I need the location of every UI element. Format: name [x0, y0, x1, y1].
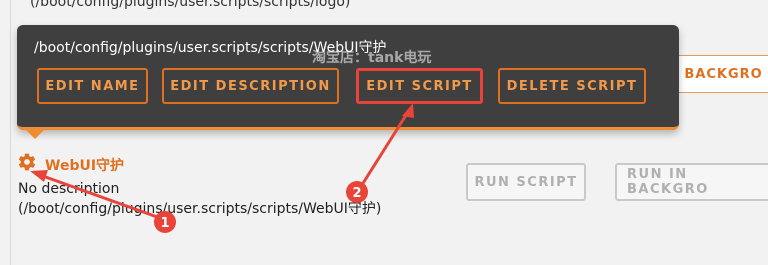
watermark-text: 淘宝店：tank电玩 — [312, 50, 432, 66]
tooltip-arrow — [26, 130, 44, 139]
script-description: No description — [18, 181, 120, 197]
edit-script-button[interactable]: EDIT SCRIPT — [356, 68, 483, 104]
script-title[interactable]: WebUI守护 — [45, 155, 124, 175]
run-in-background-button[interactable]: RUN IN BACKGRO — [615, 163, 768, 201]
script-description-block: No description (/boot/config/plugins/use… — [18, 179, 381, 219]
previous-script-path: (/boot/config/plugins/user.scripts/scrip… — [30, 0, 351, 10]
script-path: (/boot/config/plugins/user.scripts/scrip… — [18, 201, 382, 217]
gear-icon[interactable] — [17, 152, 37, 172]
edit-description-button[interactable]: EDIT DESCRIPTION — [162, 68, 339, 104]
edit-name-button[interactable]: EDIT NAME — [37, 68, 148, 104]
delete-script-button[interactable]: DELETE SCRIPT — [498, 68, 646, 104]
run-script-button[interactable]: RUN SCRIPT — [466, 163, 586, 201]
script-options-tooltip: /boot/config/plugins/user.scripts/script… — [17, 25, 679, 130]
